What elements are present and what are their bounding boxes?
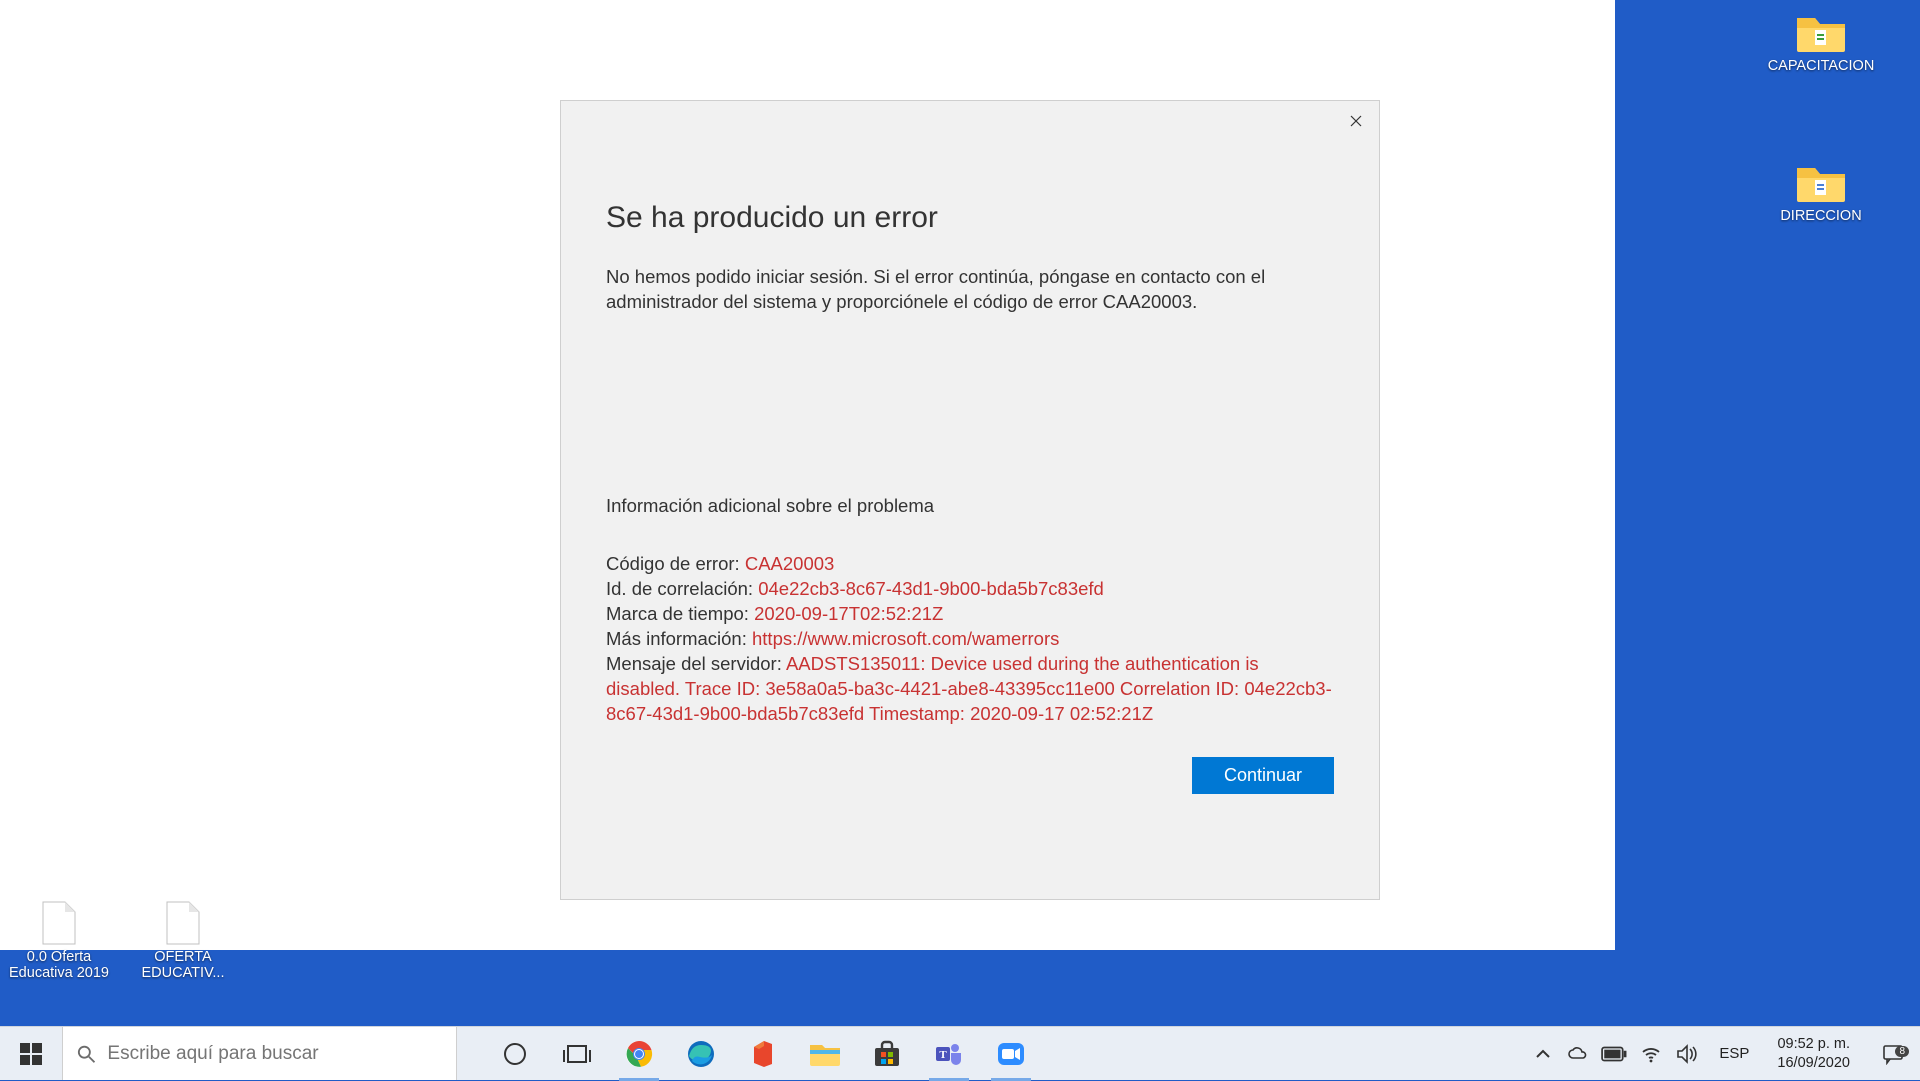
battery-icon[interactable]	[1601, 1046, 1627, 1062]
search-icon	[77, 1044, 95, 1064]
error-dialog: Se ha producido un error No hemos podido…	[560, 100, 1380, 900]
folder-icon	[1795, 160, 1847, 204]
office-icon	[750, 1039, 776, 1069]
dialog-button-row: Continuar	[606, 757, 1334, 794]
volume-icon[interactable]	[1675, 1044, 1699, 1064]
teams-button[interactable]: T	[919, 1027, 979, 1081]
office-button[interactable]	[733, 1027, 793, 1081]
windows-logo-icon	[20, 1043, 42, 1065]
file-icon	[41, 900, 77, 946]
zoom-icon	[996, 1039, 1026, 1069]
correlation-id-line: Id. de correlación: 04e22cb3-8c67-43d1-9…	[606, 577, 1334, 602]
timestamp-value: 2020-09-17T02:52:21Z	[754, 603, 943, 624]
desktop-folder-label: DIRECCION	[1766, 208, 1876, 224]
svg-text:T: T	[939, 1049, 947, 1061]
action-center-button[interactable]: 8	[1872, 1043, 1914, 1065]
timestamp-line: Marca de tiempo: 2020-09-17T02:52:21Z	[606, 602, 1334, 627]
moreinfo-link[interactable]: https://www.microsoft.com/wamerrors	[752, 628, 1059, 649]
desktop-folder-capacitacion[interactable]: CAPACITACION	[1766, 10, 1876, 74]
continue-button[interactable]: Continuar	[1192, 757, 1334, 794]
cortana-icon	[504, 1043, 526, 1065]
server-message-line: Mensaje del servidor: AADSTS135011: Devi…	[606, 652, 1334, 727]
edge-button[interactable]	[671, 1027, 731, 1081]
desktop-file-oferta-educativ[interactable]: OFERTA EDUCATIV...	[128, 900, 238, 981]
store-icon	[873, 1040, 901, 1068]
teams-icon: T	[934, 1039, 964, 1069]
moreinfo-label: Más información:	[606, 628, 752, 649]
search-input[interactable]	[107, 1043, 456, 1065]
task-view-icon	[567, 1045, 587, 1063]
dialog-body: Se ha producido un error No hemos podido…	[561, 141, 1379, 899]
file-explorer-button[interactable]	[795, 1027, 855, 1081]
microsoft-store-button[interactable]	[857, 1027, 917, 1081]
cortana-button[interactable]	[485, 1027, 545, 1081]
error-code-line: Código de error: CAA20003	[606, 552, 1334, 577]
edge-icon	[686, 1039, 716, 1069]
tray-overflow-icon[interactable]	[1533, 1044, 1553, 1064]
wifi-icon[interactable]	[1641, 1044, 1661, 1064]
zoom-button[interactable]	[981, 1027, 1041, 1081]
clock[interactable]: 09:52 p. m. 16/09/2020	[1769, 1035, 1858, 1071]
taskbar-apps: T	[457, 1027, 1041, 1080]
correlation-id-value: 04e22cb3-8c67-43d1-9b00-bda5b7c83efd	[758, 578, 1104, 599]
taskbar-search[interactable]	[62, 1027, 457, 1080]
start-button[interactable]	[0, 1027, 62, 1080]
file-icon	[165, 900, 201, 946]
close-button[interactable]	[1333, 105, 1379, 137]
dialog-message: No hemos podido iniciar sesión. Si el er…	[606, 265, 1334, 315]
additional-info-header: Información adicional sobre el problema	[606, 495, 1334, 517]
error-code-value: CAA20003	[745, 553, 834, 574]
dialog-title: Se ha producido un error	[606, 201, 1334, 235]
folder-icon	[1795, 10, 1847, 54]
chrome-icon	[624, 1039, 654, 1069]
correlation-id-label: Id. de correlación:	[606, 578, 758, 599]
desktop-file-label: 0.0 Oferta Educativa 2019	[4, 949, 114, 981]
error-code-label: Código de error:	[606, 553, 745, 574]
dialog-titlebar	[561, 101, 1379, 141]
clock-time: 09:52 p. m.	[1777, 1035, 1850, 1053]
chrome-button[interactable]	[609, 1027, 669, 1081]
desktop-folder-label: CAPACITACION	[1766, 58, 1876, 74]
desktop-folder-direccion[interactable]: DIRECCION	[1766, 160, 1876, 224]
language-indicator[interactable]: ESP	[1713, 1045, 1755, 1062]
moreinfo-line: Más información: https://www.microsoft.c…	[606, 627, 1334, 652]
file-explorer-icon	[809, 1041, 841, 1067]
task-view-button[interactable]	[547, 1027, 607, 1081]
onedrive-icon[interactable]	[1567, 1044, 1587, 1064]
close-icon	[1350, 115, 1362, 127]
taskbar: T	[0, 1026, 1920, 1080]
timestamp-label: Marca de tiempo:	[606, 603, 754, 624]
clock-date: 16/09/2020	[1777, 1054, 1850, 1072]
notification-badge: 8	[1895, 1046, 1909, 1057]
taskbar-spacer	[1041, 1027, 1533, 1080]
system-tray: ESP 09:52 p. m. 16/09/2020 8	[1533, 1027, 1920, 1080]
server-message-label: Mensaje del servidor:	[606, 653, 786, 674]
desktop-file-label: OFERTA EDUCATIV...	[128, 949, 238, 981]
desktop-file-oferta-2019[interactable]: 0.0 Oferta Educativa 2019	[4, 900, 114, 981]
